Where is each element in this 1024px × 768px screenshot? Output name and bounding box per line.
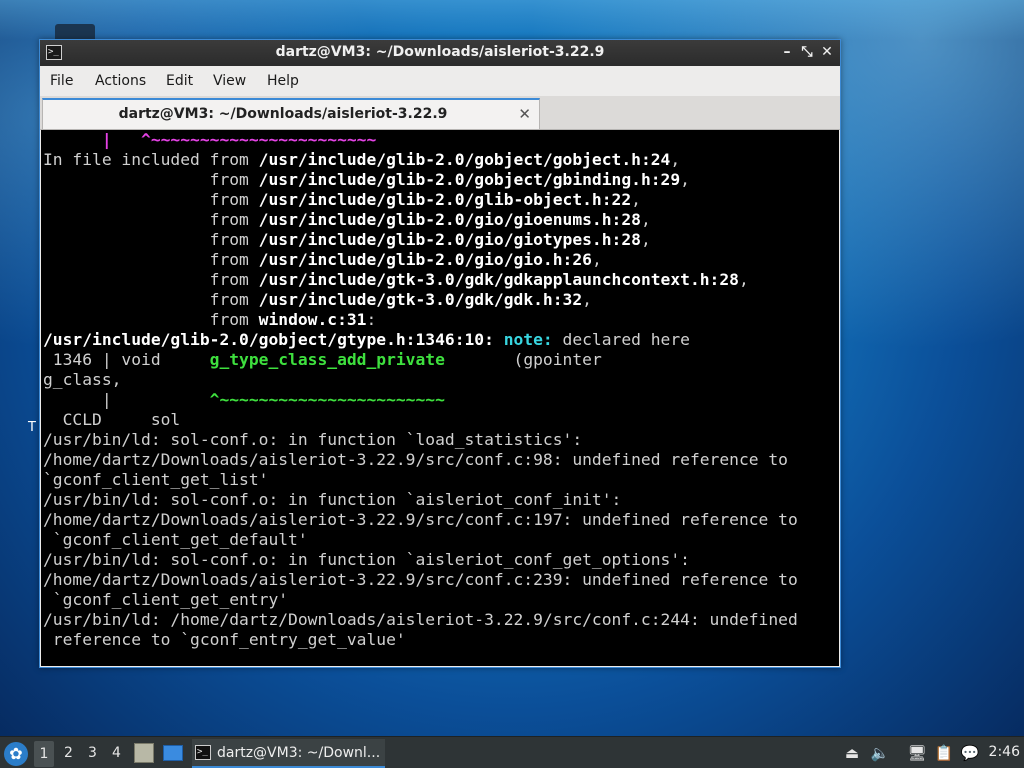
- task-label: dartz@VM3: ~/Downl...: [217, 745, 381, 761]
- tab-close-icon[interactable]: ✕: [518, 105, 531, 123]
- desktop-label-fragment: T: [28, 420, 36, 435]
- menu-view[interactable]: View: [213, 73, 246, 89]
- tab-label: dartz@VM3: ~/Downloads/aisleriot-3.22.9: [118, 106, 448, 122]
- window-title: dartz@VM3: ~/Downloads/aisleriot-3.22.9: [275, 44, 605, 60]
- terminal-line: from /usr/include/glib-2.0/gio/gio.h:26,: [43, 250, 602, 269]
- terminal-line: /usr/bin/ld: sol-conf.o: in function `ai…: [43, 490, 622, 509]
- window-titlebar[interactable]: >_ dartz@VM3: ~/Downloads/aisleriot-3.22…: [40, 40, 840, 66]
- file-manager-icon[interactable]: [134, 743, 154, 763]
- start-menu-icon[interactable]: ✿: [4, 742, 28, 766]
- tab-bar: dartz@VM3: ~/Downloads/aisleriot-3.22.9 …: [40, 96, 840, 130]
- terminal-line: | ^~~~~~~~~~~~~~~~~~~~~~~~: [43, 130, 377, 149]
- menu-file[interactable]: File: [50, 73, 73, 89]
- minimize-button[interactable]: –: [778, 43, 796, 61]
- menu-help[interactable]: Help: [267, 73, 299, 89]
- terminal-line: from /usr/include/glib-2.0/gio/gioenums.…: [43, 210, 651, 229]
- tab-terminal[interactable]: dartz@VM3: ~/Downloads/aisleriot-3.22.9 …: [42, 98, 540, 129]
- terminal-line: reference to `gconf_entry_get_value': [43, 630, 406, 649]
- terminal-line: from window.c:31:: [43, 310, 377, 329]
- terminal-line: | ^~~~~~~~~~~~~~~~~~~~~~~~: [43, 390, 445, 409]
- terminal-line: /usr/include/glib-2.0/gobject/gtype.h:13…: [43, 330, 690, 349]
- terminal-window: >_ dartz@VM3: ~/Downloads/aisleriot-3.22…: [39, 39, 841, 668]
- terminal-line: from /usr/include/gtk-3.0/gdk/gdkapplaun…: [43, 270, 749, 289]
- terminal-line: from /usr/include/glib-2.0/gobject/gbind…: [43, 170, 690, 189]
- workspace-3[interactable]: 3: [88, 745, 97, 761]
- menu-actions[interactable]: Actions: [95, 73, 146, 89]
- terminal-line: `gconf_client_get_list': [43, 470, 269, 489]
- terminal-line: /usr/bin/ld: sol-conf.o: in function `lo…: [43, 430, 583, 449]
- terminal-line: from /usr/include/gtk-3.0/gdk/gdk.h:32,: [43, 290, 592, 309]
- terminal-line: /home/dartz/Downloads/aisleriot-3.22.9/s…: [43, 510, 798, 529]
- taskbar-task-terminal[interactable]: >_ dartz@VM3: ~/Downl...: [192, 739, 385, 768]
- taskbar: ✿ 1 2 3 4 >_ dartz@VM3: ~/Downl... ⏏ 🔈 🖥…: [0, 736, 1024, 768]
- clipboard-icon[interactable]: 📋: [934, 743, 954, 763]
- notification-icon[interactable]: 💬: [960, 743, 980, 763]
- menubar: File Actions Edit View Help: [40, 66, 840, 96]
- workspace-1[interactable]: 1: [34, 741, 54, 767]
- terminal-line: /usr/bin/ld: sol-conf.o: in function `ai…: [43, 550, 690, 569]
- clock[interactable]: 2:46: [989, 744, 1020, 760]
- terminal-line: /home/dartz/Downloads/aisleriot-3.22.9/s…: [43, 570, 798, 589]
- terminal-line: In file included from /usr/include/glib-…: [43, 150, 681, 169]
- desktop-icon[interactable]: [55, 24, 95, 40]
- terminal-line: `gconf_client_get_entry': [43, 590, 289, 609]
- workspace-2[interactable]: 2: [64, 745, 73, 761]
- terminal-line: 1346 | void g_type_class_add_private (gp…: [43, 350, 602, 369]
- eject-icon[interactable]: ⏏: [842, 743, 862, 763]
- terminal-line: from /usr/include/glib-2.0/glib-object.h…: [43, 190, 641, 209]
- terminal-output[interactable]: | ^~~~~~~~~~~~~~~~~~~~~~~~ In file inclu…: [41, 130, 839, 666]
- show-desktop-icon[interactable]: [163, 745, 183, 761]
- terminal-icon: >_: [195, 745, 211, 760]
- terminal-line: CCLD sol: [43, 410, 181, 429]
- volume-icon[interactable]: 🔈: [870, 743, 890, 763]
- terminal-line: /usr/bin/ld: /home/dartz/Downloads/aisle…: [43, 610, 798, 629]
- terminal-line: `gconf_client_get_default': [43, 530, 308, 549]
- maximize-button[interactable]: ⤡: [798, 43, 816, 61]
- terminal-line: /home/dartz/Downloads/aisleriot-3.22.9/s…: [43, 450, 788, 469]
- network-icon[interactable]: 🖥: [907, 743, 927, 763]
- workspace-4[interactable]: 4: [112, 745, 121, 761]
- menu-edit[interactable]: Edit: [166, 73, 193, 89]
- close-button[interactable]: ✕: [818, 43, 836, 61]
- terminal-line: g_class,: [43, 370, 122, 389]
- terminal-line: from /usr/include/glib-2.0/gio/giotypes.…: [43, 230, 651, 249]
